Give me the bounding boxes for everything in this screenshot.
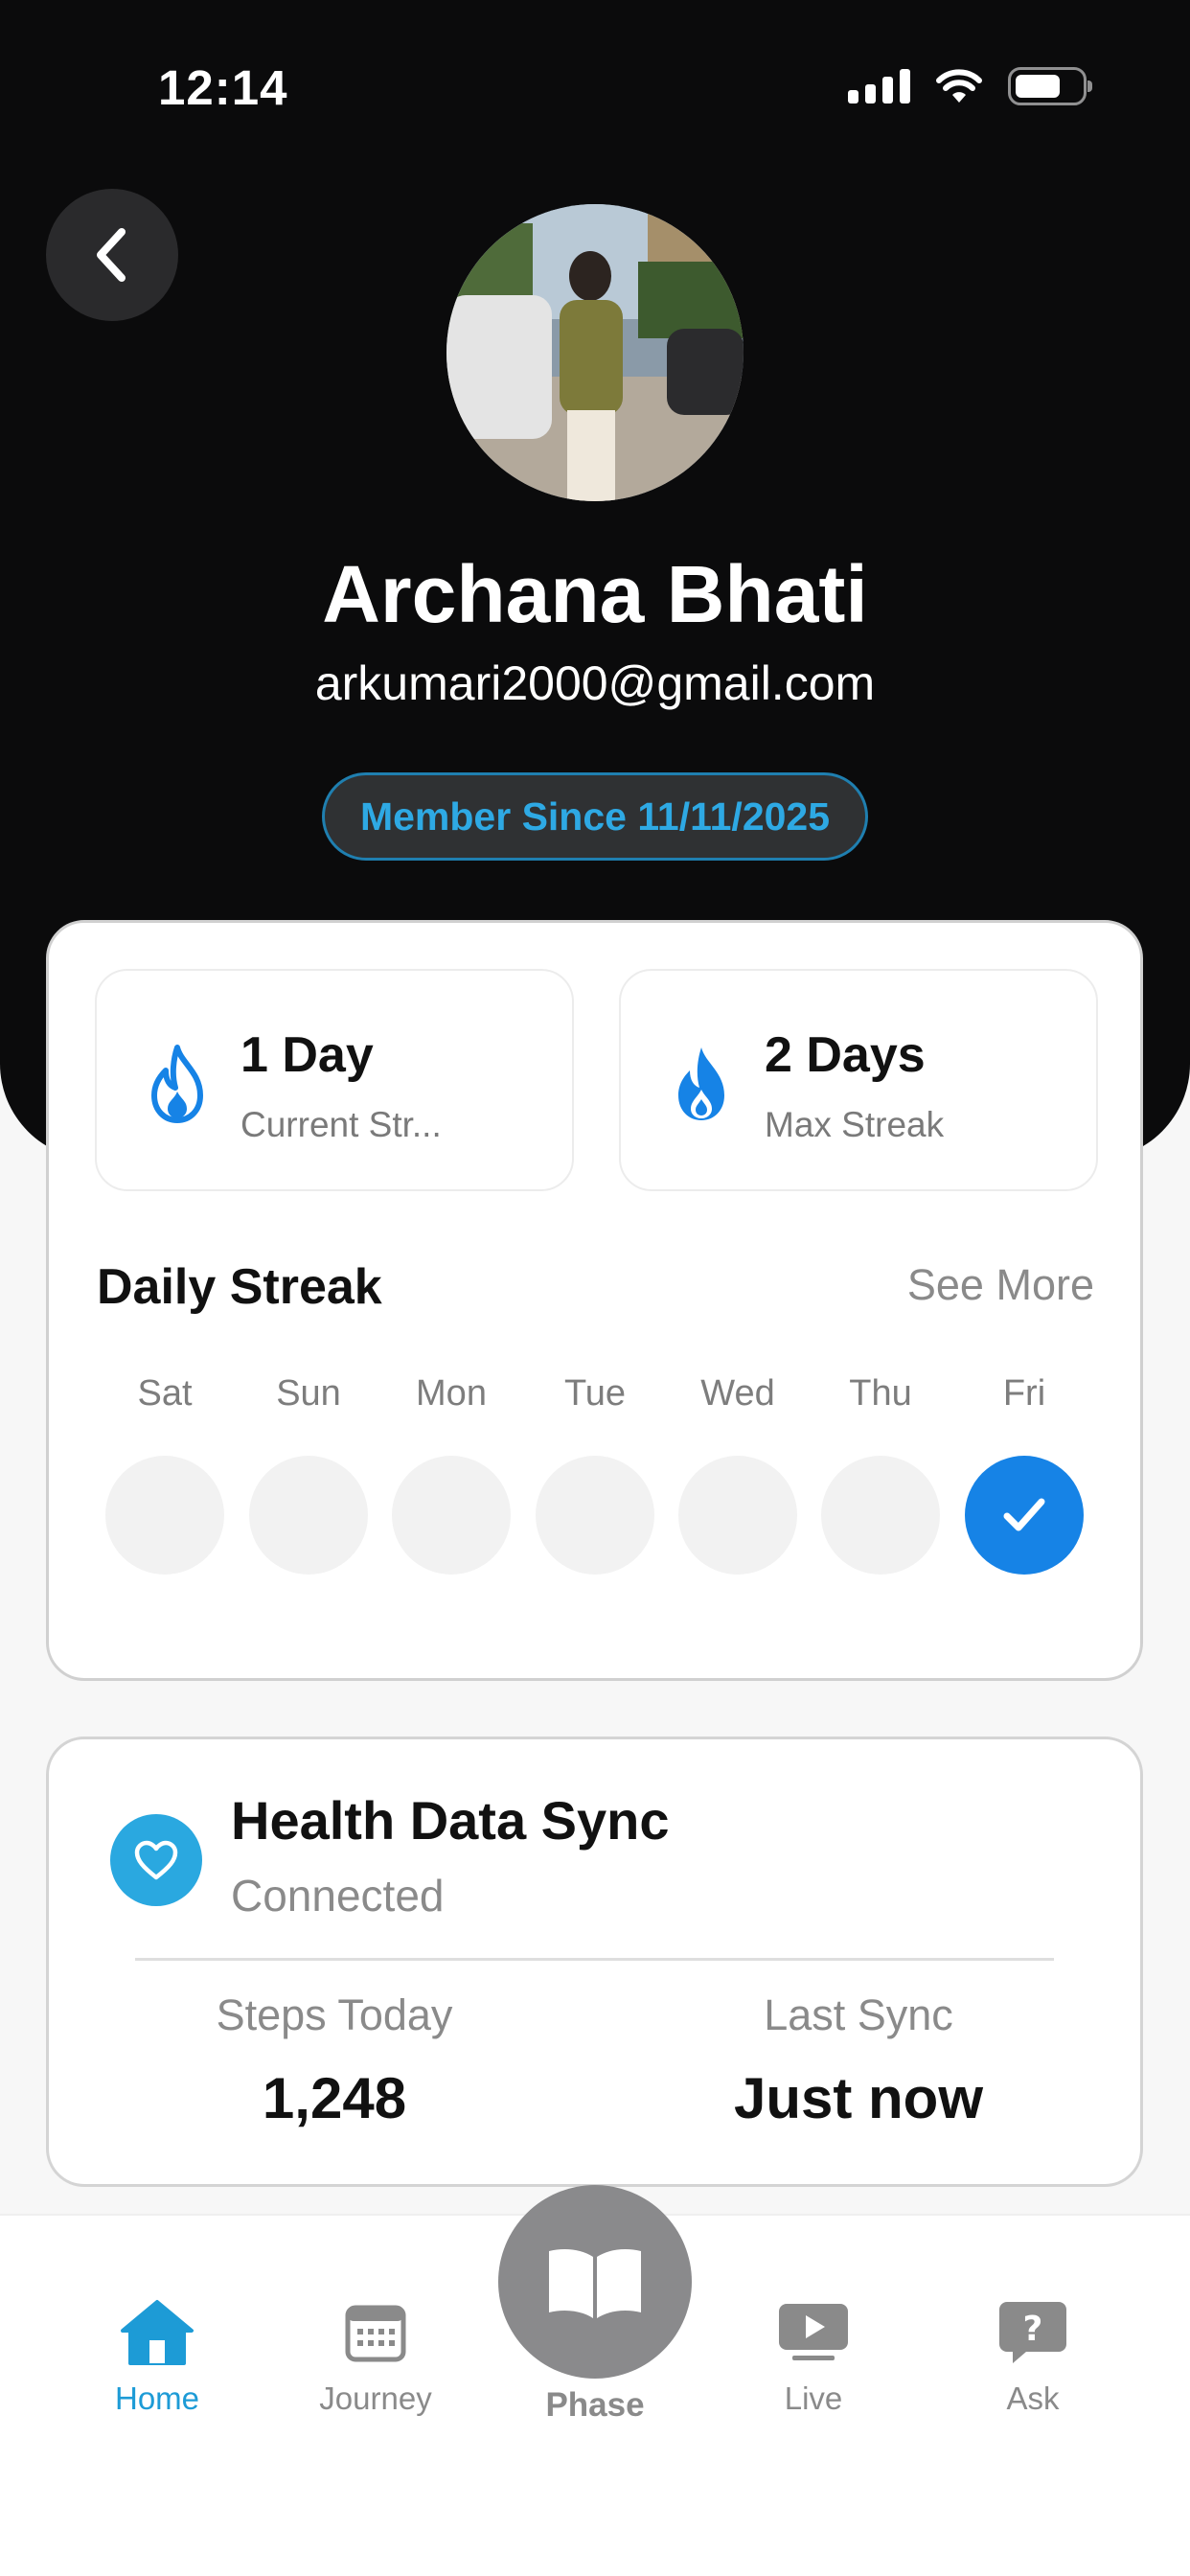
steps-label: Steps Today bbox=[216, 1990, 453, 2039]
home-icon bbox=[61, 2298, 253, 2371]
day-thu: Thu bbox=[821, 1373, 940, 1575]
tab-label: Ask bbox=[1006, 2380, 1060, 2416]
health-data-sync-card[interactable]: Health Data Sync Connected Steps Today 1… bbox=[46, 1736, 1143, 2187]
tab-label: Home bbox=[114, 2380, 200, 2416]
flame-outline-icon bbox=[151, 1045, 203, 1123]
day-circle bbox=[105, 1456, 224, 1575]
max-streak-value: 2 Days bbox=[765, 1027, 926, 1083]
chevron-left-icon bbox=[97, 228, 126, 282]
profile-email: arkumari2000@gmail.com bbox=[314, 656, 876, 710]
status-icons bbox=[848, 67, 1092, 105]
calendar-icon bbox=[280, 2298, 471, 2371]
day-circle bbox=[536, 1456, 654, 1575]
flame-filled-icon bbox=[678, 1047, 724, 1120]
day-fri: Fri bbox=[965, 1373, 1084, 1575]
question-bubble-icon: ? bbox=[937, 2298, 1129, 2371]
current-streak-label: Current Str... bbox=[240, 1105, 442, 1144]
divider bbox=[135, 1958, 1054, 1961]
battery-icon bbox=[1008, 67, 1092, 105]
tab-ask[interactable]: ? Ask bbox=[937, 2298, 1129, 2417]
day-circle-completed bbox=[965, 1456, 1084, 1575]
last-sync-label: Last Sync bbox=[764, 1990, 953, 2039]
day-label: Sat bbox=[137, 1373, 193, 1414]
daily-streak-title: Daily Streak bbox=[97, 1259, 382, 1315]
day-label: Sun bbox=[276, 1373, 341, 1414]
play-video-icon bbox=[718, 2298, 909, 2371]
tab-label: Journey bbox=[319, 2380, 432, 2416]
phase-button[interactable] bbox=[498, 2185, 692, 2379]
day-circle bbox=[249, 1456, 368, 1575]
tab-label: Live bbox=[784, 2380, 843, 2416]
max-streak-box: 2 Days Max Streak bbox=[619, 969, 1098, 1191]
day-tue: Tue bbox=[536, 1373, 654, 1575]
open-book-icon bbox=[549, 2249, 641, 2318]
tab-journey[interactable]: Journey bbox=[280, 2298, 471, 2417]
max-streak-label: Max Streak bbox=[765, 1105, 945, 1144]
day-sat: Sat bbox=[105, 1373, 224, 1575]
signal-icon bbox=[848, 69, 910, 104]
see-more-link[interactable]: See More bbox=[907, 1260, 1094, 1310]
current-streak-value: 1 Day bbox=[240, 1027, 374, 1083]
phase-label: Phase bbox=[545, 2386, 645, 2424]
day-label: Fri bbox=[1002, 1373, 1046, 1414]
health-title: Health Data Sync bbox=[231, 1790, 670, 1851]
back-button[interactable] bbox=[46, 189, 178, 321]
day-circle bbox=[821, 1456, 940, 1575]
current-streak-box: 1 Day Current Str... bbox=[95, 969, 574, 1191]
wifi-icon bbox=[936, 69, 982, 103]
heart-icon bbox=[134, 1840, 178, 1880]
day-label: Mon bbox=[416, 1373, 487, 1414]
day-sun: Sun bbox=[249, 1373, 368, 1575]
member-since-badge: Member Since 11/11/2025 bbox=[322, 772, 868, 861]
day-circle bbox=[678, 1456, 797, 1575]
day-label: Thu bbox=[849, 1373, 912, 1414]
heart-badge bbox=[110, 1814, 202, 1906]
steps-metric: Steps Today 1,248 bbox=[95, 1990, 574, 2131]
day-label: Wed bbox=[700, 1373, 775, 1414]
checkmark-icon bbox=[1003, 1498, 1045, 1531]
tab-live[interactable]: Live bbox=[718, 2298, 909, 2417]
day-wed: Wed bbox=[678, 1373, 797, 1575]
day-circle bbox=[392, 1456, 511, 1575]
streak-card: 1 Day Current Str... 2 Days Max Streak D… bbox=[46, 920, 1143, 1681]
health-status: Connected bbox=[231, 1871, 445, 1920]
tab-home[interactable]: Home bbox=[61, 2298, 253, 2417]
avatar[interactable] bbox=[446, 204, 744, 501]
profile-name: Archana Bhati bbox=[322, 549, 868, 639]
steps-value: 1,248 bbox=[262, 2066, 407, 2130]
day-label: Tue bbox=[563, 1373, 627, 1414]
day-mon: Mon bbox=[392, 1373, 511, 1575]
avatar-photo bbox=[446, 204, 744, 501]
svg-text:?: ? bbox=[1023, 2310, 1043, 2349]
last-sync-metric: Last Sync Just now bbox=[619, 1990, 1098, 2131]
status-time: 12:14 bbox=[158, 60, 288, 115]
last-sync-value: Just now bbox=[733, 2066, 983, 2130]
